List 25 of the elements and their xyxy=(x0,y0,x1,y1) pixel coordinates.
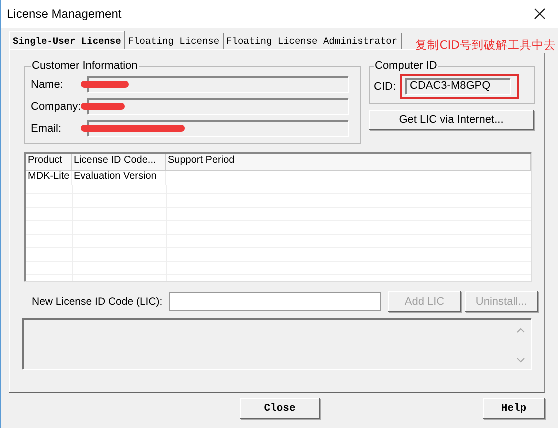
group-title: Customer Information xyxy=(31,60,139,72)
input-field[interactable] xyxy=(87,98,349,115)
column-header[interactable]: Support Period xyxy=(166,154,531,170)
annotation-text: 复制CID号到破解工具中去 xyxy=(416,38,556,53)
cid-field[interactable]: CDAC3-M8GPQ xyxy=(405,78,511,95)
get-lic-button[interactable]: Get LIC via Internet... xyxy=(369,110,534,130)
group-title: Computer ID xyxy=(374,60,438,72)
dialog-button[interactable]: Help xyxy=(483,398,545,419)
input-field[interactable] xyxy=(168,292,382,311)
input-field[interactable] xyxy=(87,76,349,93)
window-title: License Management xyxy=(7,7,122,21)
dialog-button[interactable]: Close xyxy=(240,398,320,419)
field-label: Name: xyxy=(31,78,64,90)
scroll-down-icon[interactable] xyxy=(517,358,525,363)
table-cell: MDK-Lite xyxy=(26,171,72,184)
field-label: Email: xyxy=(31,122,63,134)
table-cell: Evaluation Version xyxy=(72,171,166,184)
field-label: New License ID Code (LIC): xyxy=(32,296,163,308)
field-label: Company: xyxy=(31,100,82,112)
column-header[interactable]: Product xyxy=(26,154,72,170)
scroll-up-icon[interactable] xyxy=(517,328,525,333)
column-header[interactable]: License ID Code... xyxy=(72,154,166,170)
tab[interactable]: Single-User License xyxy=(9,31,126,49)
field-label: CID: xyxy=(374,80,397,92)
close-icon[interactable] xyxy=(534,8,546,20)
